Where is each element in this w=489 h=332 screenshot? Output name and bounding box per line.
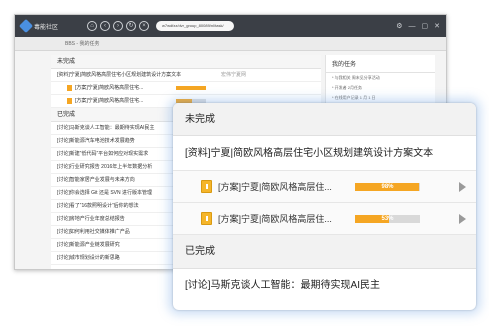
side-panel-item[interactable]: * 与我相关 周末见分享活动	[326, 73, 435, 83]
document-icon	[201, 180, 212, 193]
refresh-icon[interactable]: ↻	[126, 21, 136, 31]
breadcrumb[interactable]: BBS - 我的任务	[65, 40, 99, 47]
card-subtask-title: [方案]宁夏|简欧风格高层住...	[218, 182, 332, 192]
back-icon[interactable]: ‹	[100, 21, 110, 31]
side-panel-item[interactable]: * 在线用户记录 1 月 1 日	[326, 93, 435, 103]
side-panel-title: 我的任务	[326, 55, 435, 73]
document-icon	[67, 85, 72, 91]
subtask-title: [方案]宁夏|简欧风格高层住宅...	[75, 84, 144, 91]
card-done-row[interactable]: [讨论]马斯克谈人工智能：最期待实现AI民主	[173, 269, 476, 303]
logo-icon	[18, 18, 34, 34]
title-bar: 毒能社区 ⌂ ‹ › ↻ × w7wdfzz/dvr_group_80089/n…	[15, 15, 446, 37]
card-done-header: 已完成	[173, 235, 476, 269]
document-icon	[201, 212, 212, 225]
zoom-card: 未完成 [资料]宁夏|简欧风格高层住宅小区规划建筑设计方案文本 [方案]宁夏|简…	[173, 103, 476, 310]
task-status: 宏伟宁夏网	[221, 72, 247, 78]
subtask-row[interactable]: [方案]宁夏|简欧风格高层住宅...	[51, 82, 321, 95]
card-subtask-row[interactable]: [方案]宁夏|简欧风格高层住... 53%	[173, 203, 476, 235]
forward-icon[interactable]: ›	[113, 21, 123, 31]
task-row[interactable]: [资料]宁夏|简欧风格高层住宅小区规划建筑设计方案文本 宏伟宁夏网	[51, 69, 321, 82]
card-progress-label: 53%	[381, 216, 394, 222]
close-icon[interactable]: ✕	[434, 22, 440, 30]
maximize-icon[interactable]: ▢	[422, 22, 429, 30]
progress-fill	[176, 86, 206, 90]
card-progress-bar: 53%	[355, 215, 420, 223]
stop-icon[interactable]: ×	[139, 21, 149, 31]
side-panel-item[interactable]: * 开发者 2月任务	[326, 83, 435, 93]
play-icon[interactable]	[459, 182, 466, 192]
card-unfinished-header: 未完成	[173, 103, 476, 136]
progress-bar	[176, 86, 207, 90]
settings-icon[interactable]: ⚙	[396, 22, 402, 30]
card-task-row[interactable]: [资料]宁夏|简欧风格高层住宅小区规划建筑设计方案文本	[173, 136, 476, 171]
breadcrumb-bar: BBS - 我的任务	[15, 37, 446, 51]
task-title: [资料]宁夏|简欧风格高层住宅小区规划建筑设计方案文本	[57, 72, 182, 78]
app-logo: 毒能社区	[18, 18, 87, 34]
card-progress-label: 98%	[381, 184, 394, 190]
minimize-icon[interactable]: —	[409, 23, 416, 30]
address-bar[interactable]: w7wdfzz/dvr_group_80089/nl/task/	[156, 21, 234, 31]
app-name: 毒能社区	[34, 24, 59, 31]
unfinished-header: 未完成	[51, 55, 321, 69]
card-subtask-title: [方案]宁夏|简欧风格高层住...	[218, 214, 332, 224]
card-subtask-row[interactable]: [方案]宁夏|简欧风格高层住... 98%	[173, 171, 476, 203]
document-icon	[67, 98, 72, 104]
home-icon[interactable]: ⌂	[87, 21, 97, 31]
subtask-title: [方案]宁夏|简欧风格高层住宅...	[75, 97, 144, 104]
play-icon[interactable]	[459, 214, 466, 224]
card-progress-bar: 98%	[355, 183, 420, 191]
